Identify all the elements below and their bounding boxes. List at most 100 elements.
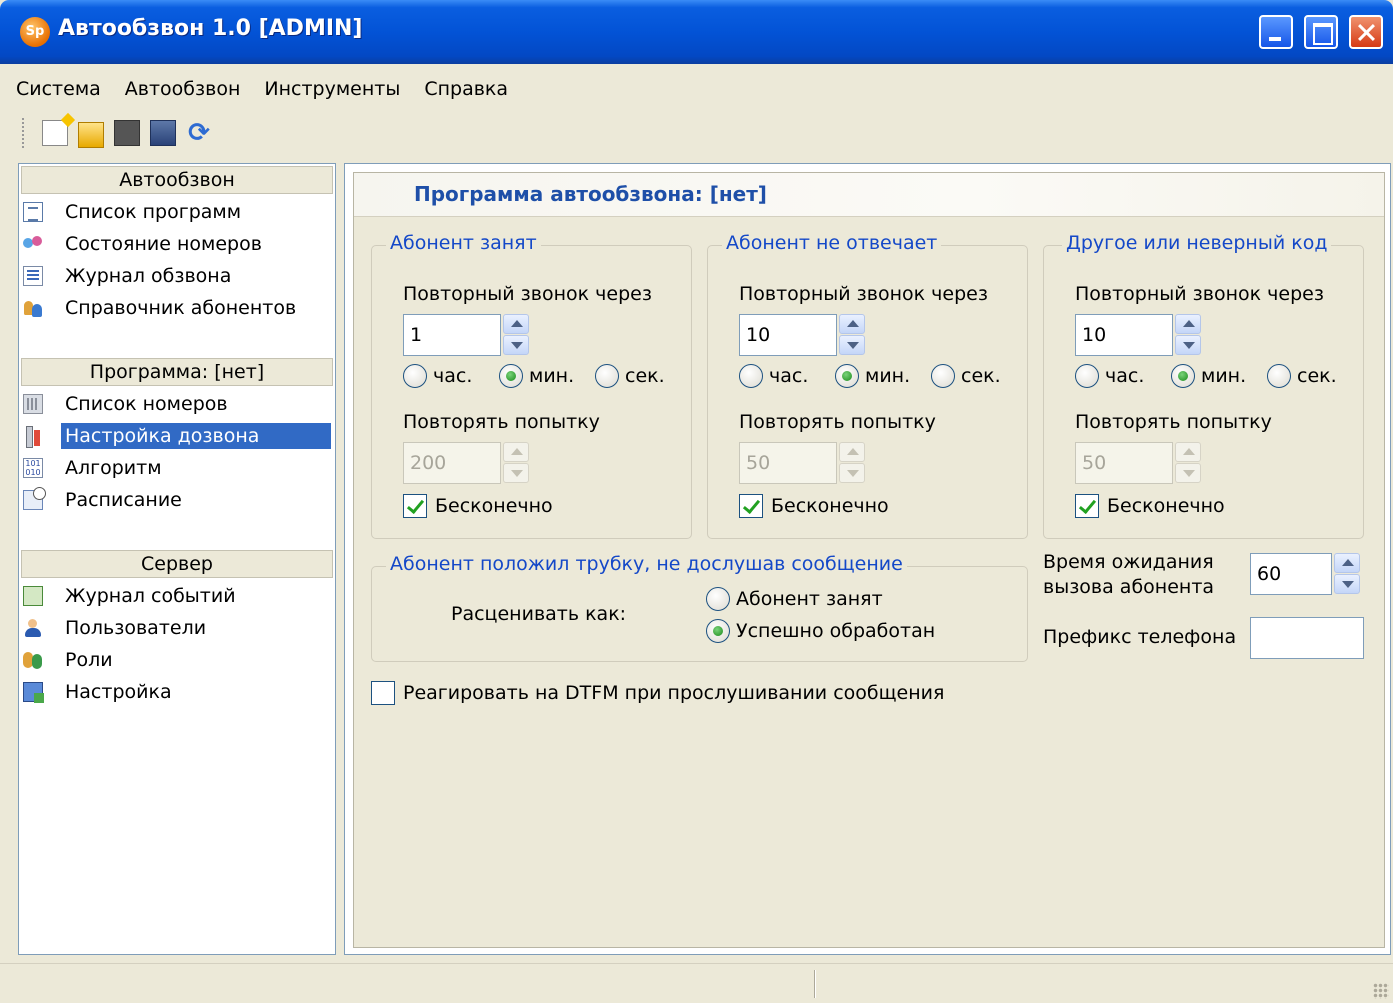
new-file-icon[interactable] [42, 120, 68, 146]
infinite-checkbox[interactable]: Бесконечно [403, 494, 553, 518]
stepper-up-icon[interactable] [1175, 314, 1201, 334]
group-no-answer: Абонент не отвечает Повторный звонок чер… [707, 232, 1028, 539]
group-hangup: Абонент положил трубку, не дослушав сооб… [371, 553, 1028, 662]
stepper-down-icon[interactable] [503, 335, 529, 355]
radio-button[interactable] [835, 364, 859, 388]
checkbox-box[interactable] [1075, 494, 1099, 518]
repeat-count-stepper[interactable]: 50 [739, 442, 867, 484]
nav-item-roles[interactable]: Роли [23, 644, 333, 675]
radio-button[interactable] [706, 587, 730, 611]
checkbox-label: Реагировать на DTFM при прослушивании со… [403, 682, 945, 704]
nav-item-dial-settings[interactable]: Настройка дозвона [23, 420, 333, 451]
wait-time-stepper[interactable]: 60 [1250, 553, 1360, 595]
nav-item-schedule[interactable]: Расписание [23, 484, 333, 515]
retry-interval-stepper[interactable]: 10 [739, 314, 867, 356]
repeat-count-stepper[interactable]: 200 [403, 442, 531, 484]
checkbox-box[interactable] [739, 494, 763, 518]
save-all-icon[interactable] [150, 120, 176, 146]
main-header: Программа автообзвона: [нет] [354, 173, 1384, 217]
radio-button[interactable] [403, 364, 427, 388]
radio-button[interactable] [706, 619, 730, 643]
repeat-label: Повторять попытку [739, 411, 936, 433]
checkbox-box[interactable] [371, 681, 395, 705]
stepper-down-icon[interactable] [839, 463, 865, 483]
retry-interval-stepper[interactable]: 10 [1075, 314, 1203, 356]
unit-second-radio[interactable]: сек. [595, 364, 665, 388]
infinite-checkbox[interactable]: Бесконечно [739, 494, 889, 518]
nav-item-label: Список номеров [65, 392, 228, 415]
hangup-success-radio[interactable]: Успешно обработан [706, 619, 935, 643]
radio-button[interactable] [1171, 364, 1195, 388]
radio-button[interactable] [739, 364, 763, 388]
roles-icon [23, 650, 43, 670]
repeat-count-field[interactable]: 50 [739, 442, 837, 484]
nav-item-number-status[interactable]: Состояние номеров [23, 228, 333, 259]
title-bar[interactable]: Sp Автообзвон 1.0 [ADMIN] [0, 0, 1393, 64]
hangup-busy-radio[interactable]: Абонент занят [706, 587, 883, 611]
nav-item-algorithm[interactable]: 101 010 Алгоритм [23, 452, 333, 483]
nav-item-label: Расписание [65, 488, 182, 511]
open-folder-icon[interactable] [78, 122, 104, 148]
close-button[interactable] [1349, 15, 1383, 49]
save-icon[interactable] [114, 120, 140, 146]
nav-item-label: Роли [65, 648, 113, 671]
minimize-button[interactable] [1259, 15, 1293, 49]
refresh-icon[interactable]: ⟳ [186, 120, 212, 146]
algorithm-icon: 101 010 [23, 457, 43, 478]
dtfm-checkbox[interactable]: Реагировать на DTFM при прослушивании со… [371, 681, 944, 705]
radio-button[interactable] [931, 364, 955, 388]
retry-interval-stepper[interactable]: 1 [403, 314, 531, 356]
nav-item-number-list[interactable]: Список номеров [23, 388, 333, 419]
nav-item-program-list[interactable]: Список программ [23, 196, 333, 227]
retry-interval-field[interactable]: 1 [403, 314, 501, 356]
unit-second-radio[interactable]: сек. [931, 364, 1001, 388]
repeat-count-stepper[interactable]: 50 [1075, 442, 1203, 484]
menu-autodial[interactable]: Автообзвон [113, 78, 253, 100]
retry-interval-field[interactable]: 10 [739, 314, 837, 356]
wait-time-field[interactable]: 60 [1250, 553, 1332, 595]
stepper-down-icon[interactable] [1175, 335, 1201, 355]
menu-system[interactable]: Система [4, 78, 113, 100]
unit-hour-radio[interactable]: час. [739, 364, 808, 388]
menu-tools[interactable]: Инструменты [252, 78, 412, 100]
infinite-checkbox[interactable]: Бесконечно [1075, 494, 1225, 518]
stepper-up-icon[interactable] [1175, 442, 1201, 462]
checkbox-box[interactable] [403, 494, 427, 518]
menu-help[interactable]: Справка [412, 78, 520, 100]
nav-item-call-journal[interactable]: Журнал обзвона [23, 260, 333, 291]
stepper-down-icon[interactable] [1334, 574, 1360, 594]
radio-button[interactable] [1075, 364, 1099, 388]
radio-label: мин. [1201, 365, 1247, 387]
stepper-up-icon[interactable] [1334, 553, 1360, 573]
nav-item-event-log[interactable]: Журнал событий [23, 580, 333, 611]
nav-item-users[interactable]: Пользователи [23, 612, 333, 643]
phone-prefix-input[interactable] [1250, 617, 1364, 659]
stepper-up-icon[interactable] [839, 314, 865, 334]
retry-interval-field[interactable]: 10 [1075, 314, 1173, 356]
unit-minute-radio[interactable]: мин. [835, 364, 910, 388]
stepper-down-icon[interactable] [503, 463, 529, 483]
window-title: Автообзвон 1.0 [ADMIN] [58, 16, 363, 41]
unit-hour-radio[interactable]: час. [403, 364, 472, 388]
resize-grip-icon[interactable] [1373, 983, 1389, 999]
radio-button[interactable] [1267, 364, 1291, 388]
radio-button[interactable] [595, 364, 619, 388]
toolbar-grip[interactable] [22, 118, 26, 148]
stepper-up-icon[interactable] [503, 314, 529, 334]
unit-minute-radio[interactable]: мин. [1171, 364, 1246, 388]
stepper-down-icon[interactable] [1175, 463, 1201, 483]
nav-item-subscriber-directory[interactable]: Справочник абонентов [23, 292, 333, 323]
repeat-count-field[interactable]: 50 [1075, 442, 1173, 484]
stepper-up-icon[interactable] [503, 442, 529, 462]
app-logo-icon: Sp [20, 17, 50, 47]
unit-minute-radio[interactable]: мин. [499, 364, 574, 388]
repeat-count-field[interactable]: 200 [403, 442, 501, 484]
unit-hour-radio[interactable]: час. [1075, 364, 1144, 388]
radio-button[interactable] [499, 364, 523, 388]
maximize-button[interactable] [1304, 15, 1338, 49]
stepper-up-icon[interactable] [839, 442, 865, 462]
nav-item-settings[interactable]: Настройка [23, 676, 333, 707]
unit-second-radio[interactable]: сек. [1267, 364, 1337, 388]
retry-label: Повторный звонок через [739, 283, 988, 305]
stepper-down-icon[interactable] [839, 335, 865, 355]
